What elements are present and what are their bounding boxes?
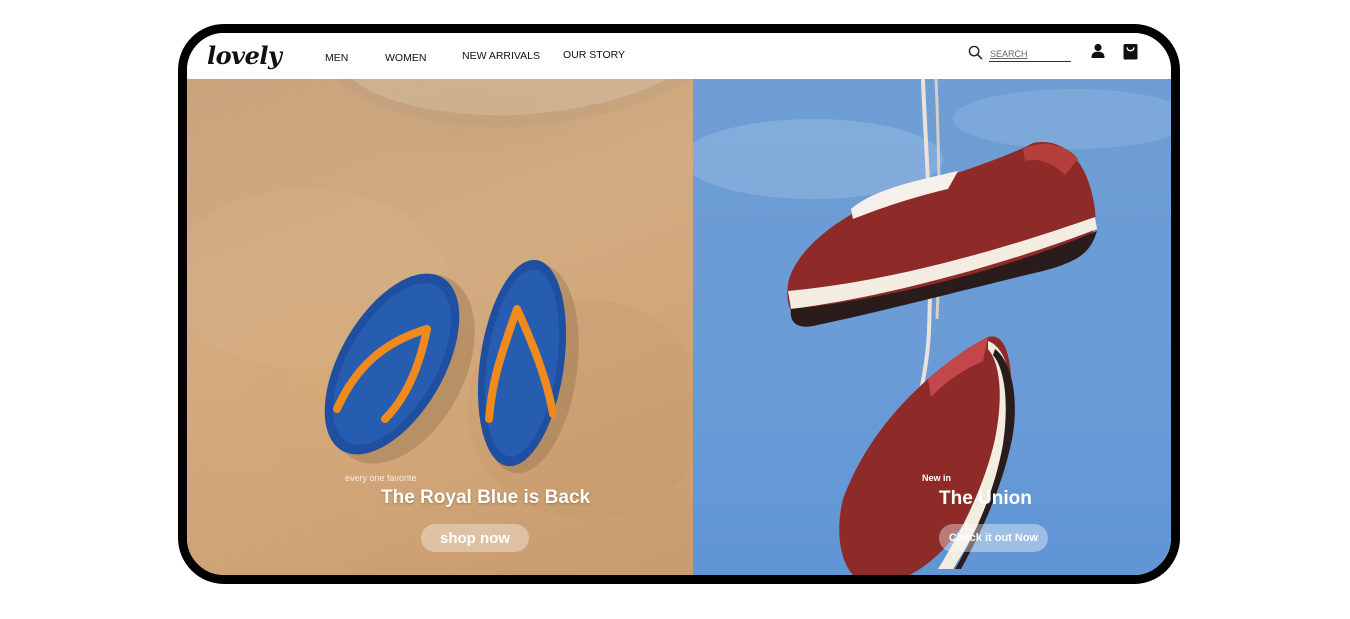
- shopping-bag-icon[interactable]: [1123, 43, 1138, 65]
- hero-left-title: The Royal Blue is Back: [381, 487, 591, 508]
- hero-right-title: The Union: [939, 488, 1032, 509]
- check-it-out-button[interactable]: Check it out Now: [939, 524, 1048, 552]
- nav-link-women[interactable]: WOMEN: [385, 52, 426, 64]
- hero-left-eyebrow: every one favorite: [345, 473, 417, 483]
- search-input[interactable]: [989, 48, 1071, 62]
- hero-right-eyebrow: New in: [922, 473, 952, 483]
- nav-link-new-arrivals[interactable]: NEW ARRIVALS: [462, 50, 540, 62]
- brand-logo[interactable]: lovely: [207, 41, 282, 70]
- user-icon[interactable]: [1090, 43, 1106, 64]
- nav-link-our-story[interactable]: OUR STORY: [563, 49, 625, 61]
- screen: lovely MEN WOMEN NEW ARRIVALS OUR STORY: [187, 33, 1171, 575]
- search-bar: [968, 45, 1071, 65]
- shop-now-button[interactable]: shop now: [421, 524, 529, 552]
- sneakers-photo: [693, 79, 1171, 575]
- search-icon[interactable]: [968, 45, 983, 65]
- hero-panel-flipflops: every one favorite The Royal Blue is Bac…: [187, 79, 693, 575]
- nav-link-men[interactable]: MEN: [325, 52, 348, 64]
- device-frame: lovely MEN WOMEN NEW ARRIVALS OUR STORY: [178, 24, 1180, 584]
- hero-panel-sneakers: New in The Union Check it out Now: [693, 79, 1171, 575]
- site-header: lovely MEN WOMEN NEW ARRIVALS OUR STORY: [187, 33, 1171, 79]
